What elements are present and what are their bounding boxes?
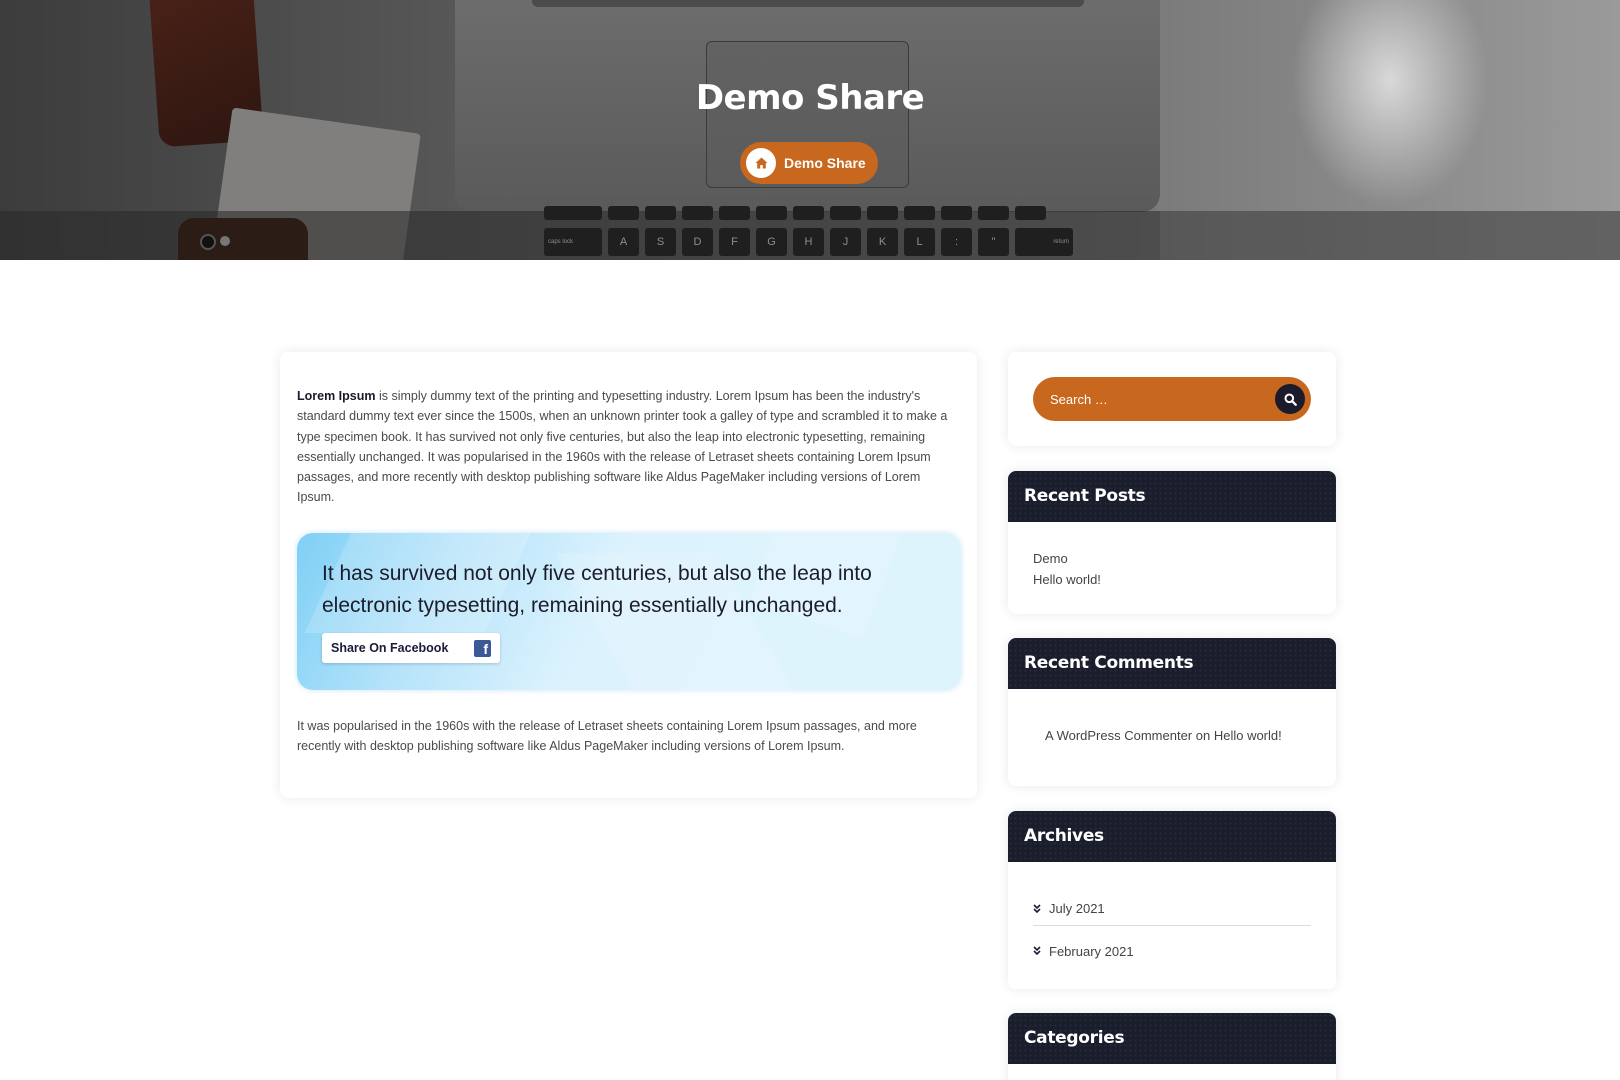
key-caps-lock: caps lock bbox=[544, 228, 602, 256]
comment-post-link[interactable]: Hello world! bbox=[1214, 728, 1282, 743]
widget-title: Categories bbox=[1008, 1013, 1336, 1064]
search-input[interactable] bbox=[1033, 377, 1273, 421]
widget-title: Archives bbox=[1008, 811, 1336, 862]
background-phone-camera bbox=[178, 218, 308, 260]
key bbox=[756, 206, 787, 220]
archives-list: July 2021 February 2021 bbox=[1008, 862, 1336, 970]
key: K bbox=[867, 228, 898, 256]
key: : bbox=[941, 228, 972, 256]
home-icon[interactable] bbox=[746, 148, 776, 178]
chevron-double-down-icon bbox=[1033, 946, 1041, 956]
breadcrumb[interactable]: Demo Share bbox=[740, 142, 878, 184]
key bbox=[544, 206, 602, 220]
key: " bbox=[978, 228, 1009, 256]
background-laptop-rim bbox=[532, 0, 1084, 7]
archive-link[interactable]: July 2021 bbox=[1033, 892, 1311, 926]
search-form bbox=[1033, 377, 1311, 421]
key: F bbox=[719, 228, 750, 256]
key bbox=[904, 206, 935, 220]
breadcrumb-current: Demo Share bbox=[784, 155, 866, 171]
archive-label: February 2021 bbox=[1049, 943, 1134, 959]
key-return: return bbox=[1015, 228, 1073, 256]
recent-post-link[interactable]: Demo bbox=[1033, 549, 1336, 570]
search-submit-button[interactable] bbox=[1275, 384, 1305, 414]
archive-link[interactable]: February 2021 bbox=[1033, 932, 1311, 970]
chevron-double-down-icon bbox=[1033, 903, 1041, 913]
post-intro-paragraph: Lorem Ipsum is simply dummy text of the … bbox=[297, 386, 957, 508]
key: G bbox=[756, 228, 787, 256]
facebook-icon: f bbox=[474, 639, 491, 657]
background-keyboard: caps lock A S D F G H J K L : " return bbox=[544, 206, 1073, 260]
recent-posts-list: Demo Hello world! bbox=[1008, 522, 1336, 590]
key bbox=[719, 206, 750, 220]
post-intro-text: is simply dummy text of the printing and… bbox=[297, 389, 948, 505]
recent-posts-widget: Recent Posts Demo Hello world! bbox=[1008, 471, 1336, 614]
widget-title: Recent Comments bbox=[1008, 638, 1336, 689]
post-intro-bold: Lorem Ipsum bbox=[297, 389, 376, 403]
search-widget bbox=[1008, 352, 1336, 446]
widget-title: Recent Posts bbox=[1008, 471, 1336, 522]
share-on-facebook-button[interactable]: Share On Facebook f bbox=[322, 633, 500, 663]
recent-comments-widget: Recent Comments A WordPress Commenter on… bbox=[1008, 638, 1336, 786]
archive-label: July 2021 bbox=[1049, 901, 1105, 916]
key bbox=[978, 206, 1009, 220]
key bbox=[608, 206, 639, 220]
key bbox=[793, 206, 824, 220]
page-title: Demo Share bbox=[695, 78, 925, 118]
key bbox=[682, 206, 713, 220]
key: S bbox=[645, 228, 676, 256]
key: H bbox=[793, 228, 824, 256]
share-quote-text: It has survived not only five centuries,… bbox=[322, 562, 872, 617]
key: J bbox=[830, 228, 861, 256]
key bbox=[645, 206, 676, 220]
comment-connector: on bbox=[1192, 728, 1214, 743]
keyboard-row-home: caps lock A S D F G H J K L : " return bbox=[544, 228, 1073, 256]
background-band-light bbox=[1160, 211, 1620, 260]
post-content-card: Lorem Ipsum is simply dummy text of the … bbox=[280, 352, 977, 798]
key: D bbox=[682, 228, 713, 256]
camera-flash bbox=[220, 236, 230, 246]
share-button-label: Share On Facebook bbox=[331, 641, 449, 655]
search-icon bbox=[1284, 393, 1297, 406]
keyboard-row-top bbox=[544, 206, 1046, 220]
post-outro-paragraph: It was popularised in the 1960s with the… bbox=[297, 719, 917, 754]
key: L bbox=[904, 228, 935, 256]
share-quote-box: It has survived not only five centuries,… bbox=[297, 533, 961, 690]
key bbox=[867, 206, 898, 220]
key bbox=[830, 206, 861, 220]
recent-post-link[interactable]: Hello world! bbox=[1033, 570, 1336, 591]
camera-lens bbox=[200, 234, 216, 250]
categories-widget: Categories bbox=[1008, 1013, 1336, 1080]
key bbox=[941, 206, 972, 220]
archives-widget: Archives July 2021 February 2021 bbox=[1008, 811, 1336, 989]
recent-comment-item: A WordPress Commenter on Hello world! bbox=[1008, 689, 1336, 743]
page-header-banner: caps lock A S D F G H J K L : " return D… bbox=[0, 0, 1620, 260]
key: A bbox=[608, 228, 639, 256]
comment-author-link[interactable]: A WordPress Commenter bbox=[1045, 728, 1192, 743]
key bbox=[1015, 206, 1046, 220]
